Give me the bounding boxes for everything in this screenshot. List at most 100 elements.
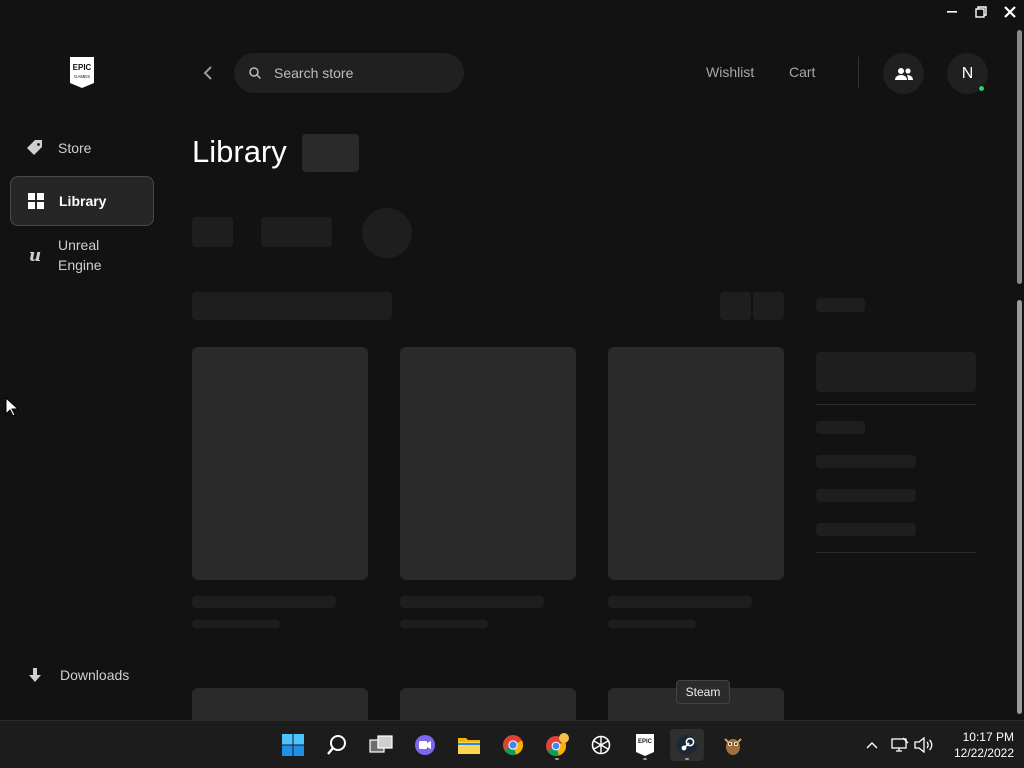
page-title: Library [192,134,287,169]
chrome-button[interactable] [496,729,530,761]
speaker-icon [914,737,933,753]
openai-icon [591,735,611,755]
chat-icon [415,735,435,755]
minimize-button[interactable] [937,0,966,24]
running-indicator [643,758,647,760]
taskbar-tooltip: Steam [676,680,730,704]
filter-divider [816,404,976,405]
filter-option-placeholder [816,421,865,434]
epic-games-logo-icon: EPIC GAMES [70,57,94,88]
chevron-up-icon [866,742,878,749]
filter-placeholder [362,208,412,258]
chrome-canary-button[interactable] [540,729,574,761]
card-title-placeholder [400,596,544,608]
card-title-placeholder [608,596,752,608]
network-status[interactable] [890,735,910,755]
sidebar-item-label: Downloads [60,667,130,683]
sidebar-item-label: Unreal Engine [58,237,102,273]
file-explorer-button[interactable] [452,729,486,761]
friends-icon [894,67,913,80]
filter-search-placeholder [816,352,976,392]
epic-games-icon: EPIC [636,734,654,756]
avatar[interactable]: N [947,53,988,94]
svg-text:EPIC: EPIC [73,63,92,72]
svg-text:EPIC: EPIC [638,739,653,745]
task-view-icon [369,735,393,753]
chevron-left-icon [203,66,212,80]
volume-control[interactable] [914,735,934,755]
start-button[interactable] [276,729,310,761]
back-button[interactable] [198,63,218,83]
close-icon [1003,6,1016,18]
filter-placeholder [261,217,332,247]
tag-icon [26,139,44,157]
card-subtitle-placeholder [192,620,280,628]
clock-time: 10:17 PM [962,730,1014,744]
online-status-indicator [978,85,985,92]
game-character-icon [724,738,742,755]
filter-placeholder [192,217,233,247]
grid-icon [27,192,45,210]
header-divider [858,57,859,88]
search-bar[interactable] [234,53,464,93]
sidebar-item-unreal-engine[interactable]: u Unreal Engine [10,230,154,280]
taskbar: EPIC 10:17 PM 12/22/2022 [0,720,1024,768]
sidebar-item-downloads[interactable]: Downloads [10,650,154,700]
search-icon [249,67,262,80]
sidebar-item-label: Library [59,193,107,209]
search-icon [327,735,346,755]
friends-button[interactable] [883,53,924,94]
task-view-button[interactable] [364,729,398,761]
game-card-placeholder [400,688,576,720]
teams-chat-button[interactable] [408,729,442,761]
search-input[interactable] [274,63,454,83]
scrollbar-thumb[interactable] [1017,30,1022,284]
svg-text:GAMES: GAMES [74,74,90,79]
system-clock[interactable]: 10:17 PM 12/22/2022 [940,729,1014,761]
avatar-initial: N [961,64,974,82]
clock-date: 12/22/2022 [953,746,1014,760]
scrollbar-thumb-lower[interactable] [1017,300,1022,714]
sidebar-item-library[interactable]: Library [10,176,154,226]
windows-start-icon [282,734,304,756]
close-button[interactable] [995,0,1024,24]
filter-divider [816,552,976,553]
game-app-button[interactable] [716,729,750,761]
window-controls [937,0,1024,24]
chrome-icon [503,735,524,755]
wishlist-link[interactable]: Wishlist [706,64,754,80]
filter-option-placeholder [816,455,916,468]
view-toggle-placeholder [753,292,784,320]
epic-games-logo[interactable]: EPIC GAMES [68,56,96,89]
steam-icon [677,735,697,755]
sidebar-item-store[interactable]: Store [10,123,154,173]
card-title-placeholder [192,596,336,608]
card-subtitle-placeholder [400,620,488,628]
filters-heading-placeholder [816,298,865,312]
steam-button[interactable] [670,729,704,761]
game-card-placeholder [192,688,368,720]
running-indicator [685,758,689,760]
library-count-placeholder [302,134,359,172]
epic-games-button[interactable]: EPIC [628,729,662,761]
view-toggle-placeholder [720,292,751,320]
sort-placeholder [192,292,392,320]
game-card-placeholder [192,347,368,580]
filter-option-placeholder [816,489,916,502]
running-indicator [555,758,559,760]
chatgpt-button[interactable] [584,729,618,761]
sidebar-item-label: Store [58,140,92,156]
epic-games-launcher-window: EPIC GAMES Store Library u Unreal Engine… [0,0,1024,720]
card-subtitle-placeholder [608,620,696,628]
svg-text:u: u [29,246,41,264]
taskbar-search-button[interactable] [320,729,354,761]
download-icon [26,666,44,684]
filter-option-placeholder [816,523,916,536]
folder-icon [458,738,480,754]
restore-button[interactable] [966,0,995,24]
cart-link[interactable]: Cart [789,64,815,80]
show-hidden-icons-button[interactable] [862,735,882,755]
unreal-icon: u [26,246,44,264]
network-icon [891,737,909,752]
mouse-cursor-icon [5,397,19,417]
